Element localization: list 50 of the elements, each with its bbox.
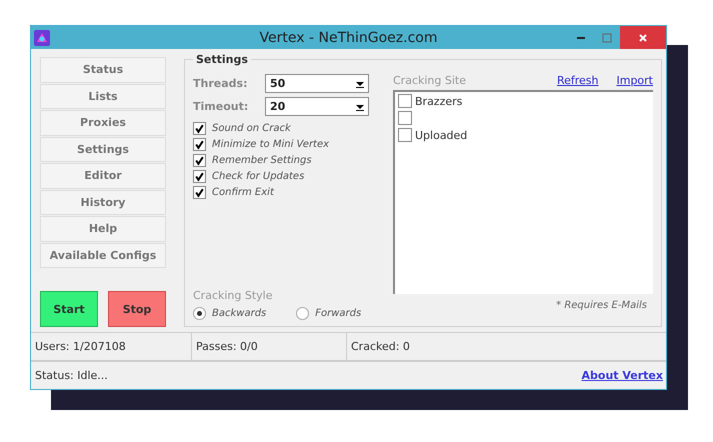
checkbox[interactable] [398, 94, 412, 108]
site-label: Brazzers [415, 94, 462, 108]
maximize-icon [602, 32, 612, 42]
status-text: Passes: 0/0 [192, 333, 347, 360]
status-text: Users: 1/207108 [31, 333, 192, 360]
section-label: Cracking Site [393, 74, 466, 87]
close-button[interactable] [620, 26, 666, 49]
checkbox[interactable] [193, 170, 206, 183]
option-label: Forwards [315, 308, 362, 319]
radio-button[interactable] [296, 307, 310, 320]
checkbox[interactable] [193, 122, 206, 135]
status-text: Status: Idle... [35, 369, 108, 382]
window-title: Vertex - NeThinGoez.com [260, 30, 438, 46]
nav-button[interactable]: Editor [40, 163, 166, 188]
checkbox[interactable] [398, 111, 412, 125]
nav-button[interactable]: Settings [40, 136, 166, 162]
field-label: Timeout: [193, 100, 250, 113]
group-title: Settings [193, 53, 251, 66]
close-icon [638, 32, 648, 42]
status-text: Cracked: 0 [350, 339, 411, 355]
note-text: * Requires E-Mails [556, 300, 647, 311]
nav-button[interactable]: Proxies [40, 110, 166, 136]
option-label: Confirm Exit [212, 187, 274, 198]
option-label: Backwards [212, 308, 266, 319]
nav-button[interactable]: History [40, 190, 166, 215]
section-label: Cracking Style [193, 289, 272, 302]
checkbox[interactable] [193, 154, 206, 167]
app-icon [34, 30, 50, 46]
radio-button[interactable] [193, 307, 206, 320]
field-label: Threads: [193, 77, 248, 90]
checkbox[interactable] [193, 186, 206, 199]
option-label: Check for Updates [212, 171, 304, 182]
stop-button[interactable]: Stop [108, 291, 166, 327]
option-label: Remember Settings [212, 155, 312, 166]
about-link[interactable]: About Vertex [582, 369, 663, 382]
nav-button[interactable]: Status [40, 57, 166, 82]
link[interactable]: Import [616, 74, 653, 87]
site-label: Uploaded [415, 128, 468, 142]
dropdown[interactable]: 20 [265, 97, 369, 116]
dropdown[interactable]: 50 [265, 74, 369, 93]
minimize-icon [577, 36, 585, 38]
option-label: Sound on Crack [212, 123, 291, 134]
link[interactable]: Refresh [556, 74, 598, 87]
checkbox[interactable] [398, 128, 412, 142]
nav-button[interactable]: Help [40, 216, 166, 242]
option-label: Minimize to Mini Vertex [212, 139, 330, 150]
nav-button[interactable]: Lists [40, 84, 166, 109]
start-button[interactable]: Start [40, 291, 98, 327]
nav-button[interactable]: Available Configs [40, 242, 166, 268]
checkbox[interactable] [193, 138, 206, 151]
